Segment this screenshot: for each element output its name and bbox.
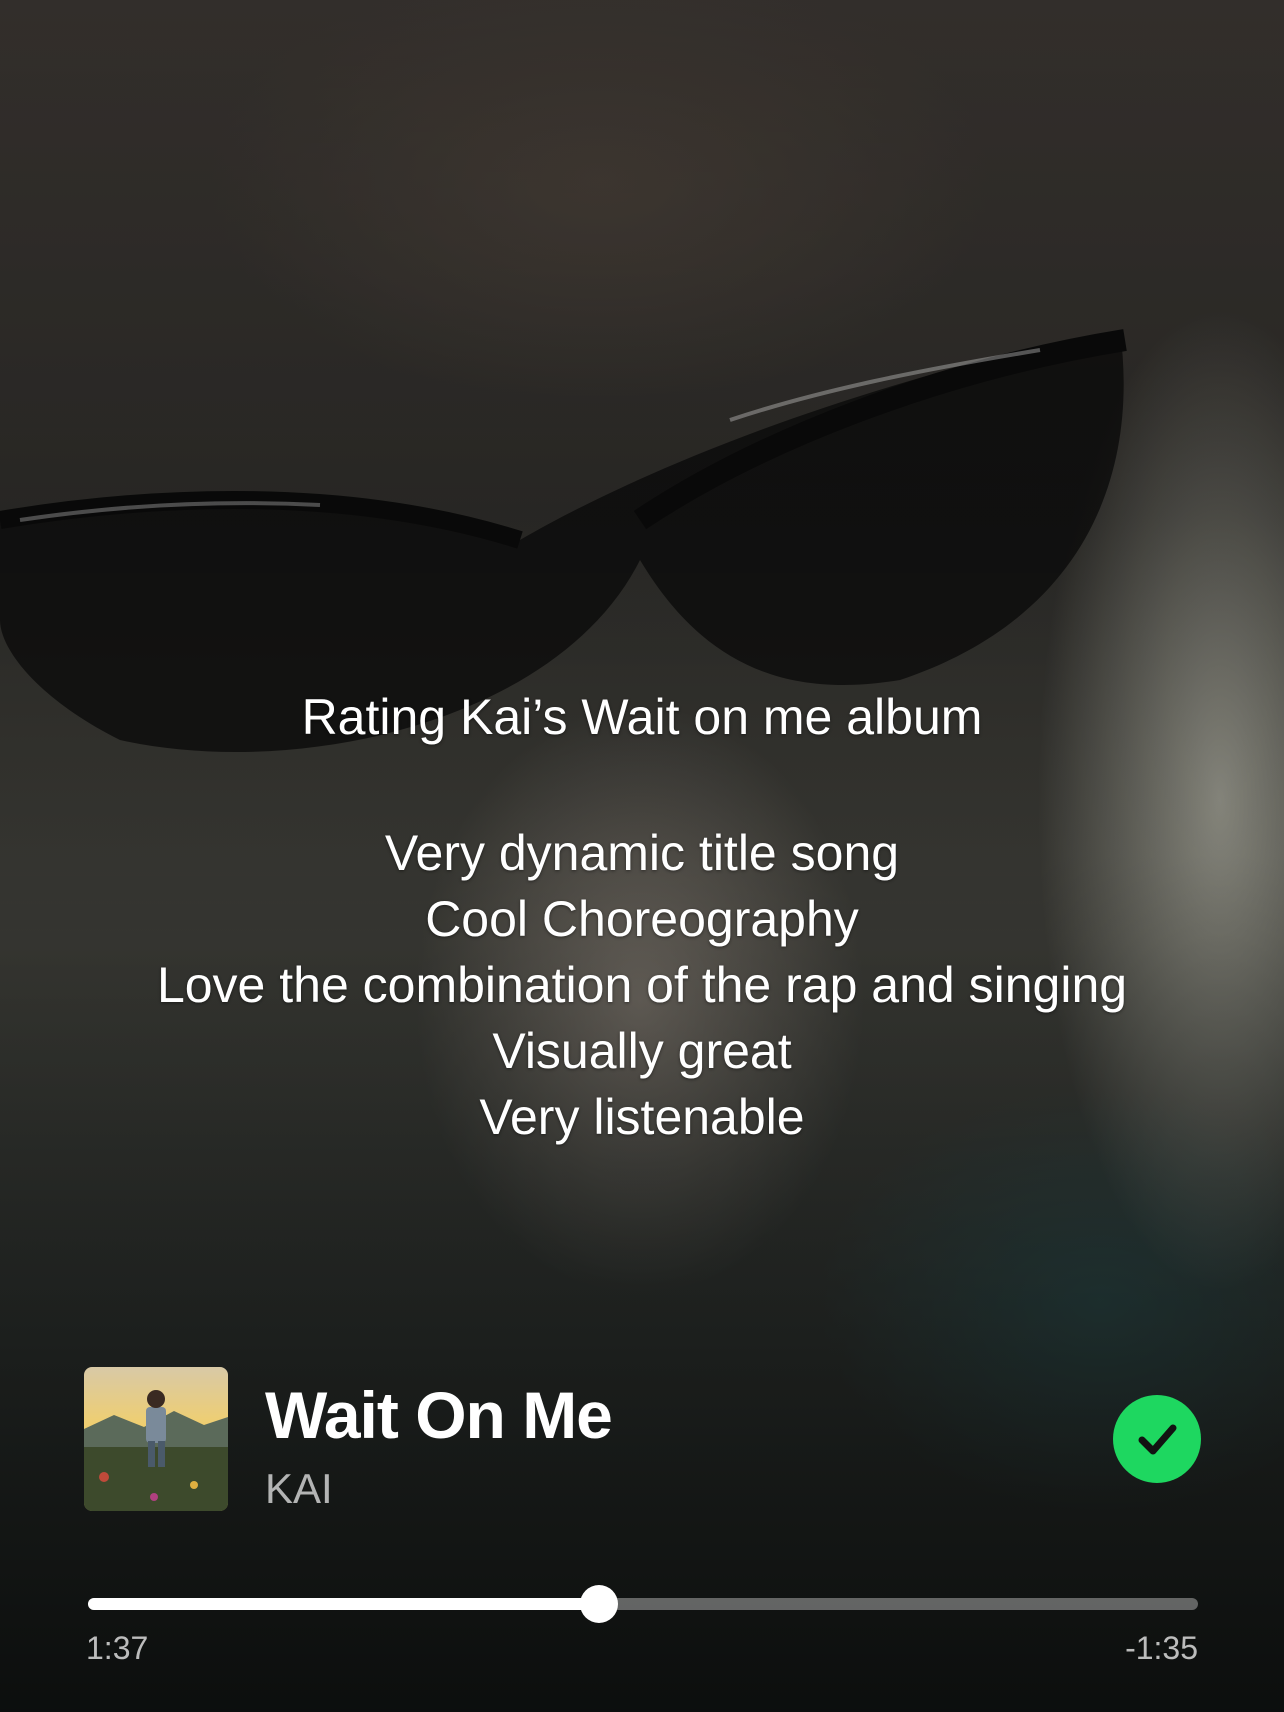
- caption-list: Very dynamic title song Cool Choreograph…: [0, 820, 1284, 1150]
- album-art[interactable]: [84, 1367, 228, 1511]
- progress-bar[interactable]: [88, 1585, 1198, 1623]
- now-playing-card[interactable]: Wait On Me KAI: [84, 1367, 1202, 1513]
- track-title[interactable]: Wait On Me: [265, 1375, 613, 1455]
- progress-fill: [88, 1598, 599, 1610]
- artist-name[interactable]: KAI: [265, 1465, 333, 1513]
- remaining-time: -1:35: [1125, 1630, 1198, 1666]
- elapsed-time: 1:37: [86, 1630, 149, 1666]
- caption-line: Visually great: [492, 1023, 792, 1079]
- caption-line: Cool Choreography: [425, 891, 859, 947]
- caption-line: Love the combination of the rap and sing…: [156, 957, 1128, 1013]
- check-icon: [1138, 1424, 1177, 1455]
- progress-thumb[interactable]: [579, 1585, 618, 1623]
- saved-toggle-button[interactable]: [1113, 1395, 1201, 1483]
- caption-line: Very listenable: [479, 1089, 805, 1145]
- caption-line: Very dynamic title song: [384, 825, 900, 881]
- caption-title: Rating Kai’s Wait on me album: [301, 689, 983, 745]
